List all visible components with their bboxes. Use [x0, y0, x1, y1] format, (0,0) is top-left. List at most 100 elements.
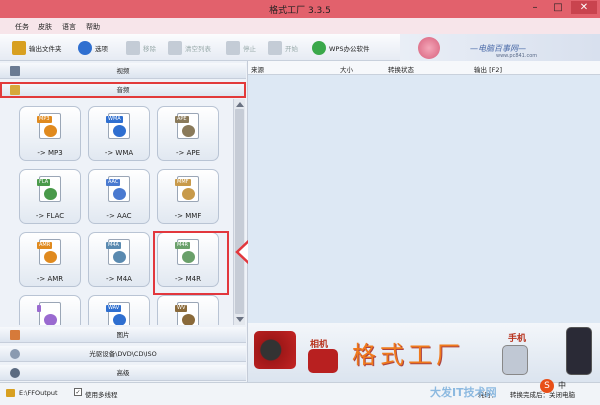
- menu-help[interactable]: 帮助: [86, 22, 100, 32]
- start-button[interactable]: 开始: [268, 39, 298, 56]
- minimize-button[interactable]: –: [525, 1, 545, 14]
- file-icon: MP3: [37, 113, 61, 139]
- format-label: -> APE: [175, 149, 201, 157]
- grid-scrollbar[interactable]: [233, 99, 245, 325]
- section-video[interactable]: 视频: [0, 63, 246, 79]
- format-tag: WV: [175, 305, 188, 312]
- stop-icon: [226, 40, 240, 55]
- menu-language[interactable]: 语言: [62, 22, 76, 32]
- format-button-mmf[interactable]: MMF -> MMF: [157, 169, 219, 224]
- multithread-checkbox[interactable]: ✓: [74, 388, 82, 396]
- start-icon: [268, 40, 282, 55]
- folder-icon: [12, 40, 26, 55]
- gear-icon: [78, 40, 92, 55]
- toolbar: 输出文件夹 选项 移除 清空列表 停止 开始 WPS办公软件 —电脑百事网— w…: [0, 34, 600, 61]
- disc-icon: [10, 349, 20, 359]
- format-button-wma[interactable]: WMA -> WMA: [88, 106, 150, 161]
- format-glyph-icon: [44, 314, 57, 325]
- format-glyph-icon: [113, 251, 126, 263]
- maximize-button[interactable]: □: [548, 1, 568, 14]
- advanced-gear-icon: [10, 368, 20, 378]
- close-button[interactable]: ✕: [571, 1, 597, 14]
- format-glyph-icon: [44, 125, 57, 137]
- section-advanced[interactable]: 高级: [0, 365, 246, 381]
- format-tag: WMA: [106, 116, 123, 123]
- format-label: -> MMF: [174, 212, 202, 220]
- file-icon: FLA: [37, 176, 61, 202]
- section-advanced-label: 高级: [116, 369, 130, 377]
- title-bar: 格式工厂 3.3.5 – □ ✕: [0, 0, 600, 18]
- options-button[interactable]: 选项: [78, 39, 108, 56]
- format-button-wav[interactable]: WAV: [88, 295, 150, 325]
- format-label: -> WMA: [104, 149, 134, 157]
- format-button-mp3[interactable]: MP3 -> MP3: [19, 106, 81, 161]
- output-folder-button[interactable]: 输出文件夹: [12, 39, 62, 56]
- format-button-aac[interactable]: AAC -> AAC: [88, 169, 150, 224]
- section-disc[interactable]: 光驱设备\DVD\CD\ISO: [0, 346, 246, 362]
- format-button-wv[interactable]: WV: [157, 295, 219, 325]
- highlight-box-m4r: [153, 231, 229, 295]
- scroll-thumb[interactable]: [235, 109, 244, 314]
- start-label: 开始: [285, 44, 298, 53]
- menu-task[interactable]: 任务: [15, 22, 29, 32]
- header-size[interactable]: 大小: [340, 64, 353, 74]
- scroll-down-icon[interactable]: [236, 317, 244, 322]
- remove-button[interactable]: 移除: [126, 39, 156, 56]
- wps-icon: [312, 40, 326, 55]
- format-button-amr[interactable]: AMR -> AMR: [19, 232, 81, 287]
- header-source[interactable]: 来源: [251, 64, 264, 74]
- clear-icon: [168, 40, 182, 55]
- format-button-fla[interactable]: FLA -> FLAC: [19, 169, 81, 224]
- phone-icon: [502, 345, 528, 375]
- task-list-header: 来源 大小 转换状态 输出 [F2]: [248, 61, 600, 75]
- format-tag: MMF: [175, 179, 191, 186]
- format-tag: [37, 305, 41, 312]
- section-video-label: 视频: [116, 67, 130, 75]
- format-tag: APE: [175, 116, 189, 123]
- brand-area: —电脑百事网— www.pc841.com: [400, 34, 600, 61]
- section-picture[interactable]: 图片: [0, 327, 246, 343]
- menu-bar: 任务 皮肤 语言 帮助: [0, 18, 600, 34]
- file-icon: AAC: [106, 176, 130, 202]
- window-title: 格式工厂 3.3.5: [269, 6, 331, 16]
- format-label: -> MP3: [37, 149, 63, 157]
- section-disc-label: 光驱设备\DVD\CD\ISO: [89, 350, 157, 358]
- wps-button[interactable]: WPS办公软件: [312, 39, 369, 56]
- task-list[interactable]: 来源 大小 转换状态 输出 [F2]: [248, 61, 600, 323]
- file-icon: WAV: [106, 302, 130, 325]
- folder-small-icon: [6, 389, 15, 397]
- banner-title: 格式工厂: [352, 341, 464, 369]
- format-button-item[interactable]: [19, 295, 81, 325]
- format-tag: AAC: [106, 179, 121, 186]
- file-icon: AMR: [37, 239, 61, 265]
- header-output[interactable]: 输出 [F2]: [474, 64, 502, 74]
- stop-button[interactable]: 停止: [226, 39, 256, 56]
- file-icon: M4A: [106, 239, 130, 265]
- header-status[interactable]: 转换状态: [388, 64, 414, 74]
- format-button-ape[interactable]: APE -> APE: [157, 106, 219, 161]
- format-tag: M4A: [106, 242, 121, 249]
- clear-list-label: 清空列表: [185, 44, 211, 53]
- clear-list-button[interactable]: 清空列表: [168, 39, 211, 56]
- watermark-text: 大发IT技术网: [430, 386, 497, 399]
- wps-label: WPS办公软件: [329, 44, 370, 53]
- format-button-m4a[interactable]: M4A -> M4A: [88, 232, 150, 287]
- options-label: 选项: [95, 44, 108, 53]
- format-glyph-icon: [182, 125, 195, 137]
- output-path[interactable]: E:\FFOutput: [19, 389, 58, 397]
- section-audio-label: 音频: [116, 86, 130, 94]
- format-glyph-icon: [182, 314, 195, 325]
- format-tag: MP3: [37, 116, 52, 123]
- scroll-up-icon[interactable]: [236, 102, 244, 107]
- brand-url: www.pc841.com: [496, 53, 538, 59]
- section-audio[interactable]: 音频: [0, 82, 246, 98]
- music-icon: [10, 85, 20, 95]
- format-glyph-icon: [44, 188, 57, 200]
- banner-camera-label: 相机: [310, 340, 329, 350]
- stop-label: 停止: [243, 44, 256, 53]
- smartphone-icon: [566, 327, 592, 375]
- output-folder-label: 输出文件夹: [29, 44, 62, 53]
- format-glyph-icon: [113, 125, 126, 137]
- menu-skin[interactable]: 皮肤: [38, 22, 52, 32]
- format-glyph-icon: [182, 188, 195, 200]
